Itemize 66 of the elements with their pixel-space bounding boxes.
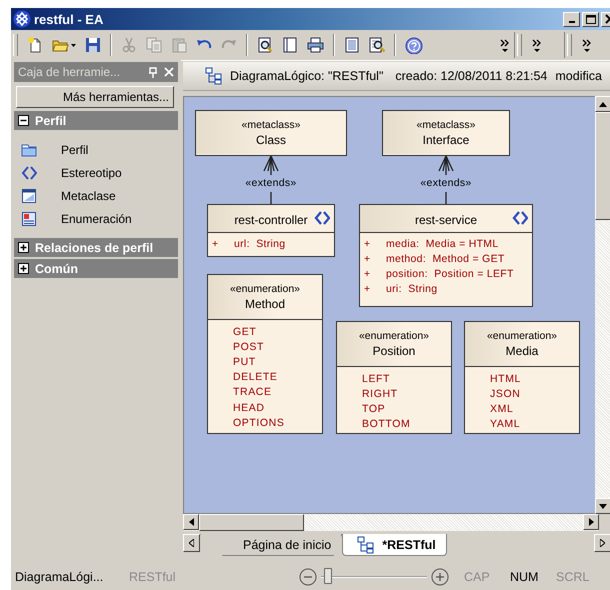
enum-literal: JSON	[490, 386, 522, 402]
panel-title: Caja de herramie...	[18, 65, 122, 79]
attribute-text: uri: String	[386, 282, 438, 294]
class-name: Method	[244, 297, 286, 311]
status-indicator: NUM	[510, 570, 540, 584]
more-tools-button[interactable]: Más herramientas...	[16, 86, 174, 108]
toolbox-item[interactable]: Metaclase	[14, 184, 161, 207]
stereotype-label: «enumeration»	[230, 283, 300, 295]
toolbox-item[interactable]: Enumeración	[14, 207, 161, 230]
enum-literal: LEFT	[362, 372, 392, 386]
stereotype-label: «metaclass»	[242, 118, 300, 130]
stereotype-node[interactable]: rest-controller + url: String	[207, 204, 335, 257]
enum-literal: PUT	[233, 354, 257, 370]
enum-literal: TRACE	[233, 385, 273, 400]
attribute-text: media: Media = HTML	[386, 238, 498, 250]
visibility-mark: +	[364, 252, 372, 264]
section-header[interactable]: Común	[14, 259, 178, 278]
enumeration-node[interactable]: «enumeration» Media HTML JSON XML YAML	[464, 321, 580, 434]
stereotype-label: «metaclass»	[416, 118, 476, 130]
tab[interactable]: *RESTful	[342, 534, 447, 556]
enumeration-node[interactable]: «enumeration» Method GET POST PUT DELETE TRACE HEAD OPTIONS	[207, 274, 323, 434]
modified-date: modifica	[555, 69, 602, 83]
connector-label: «extends»	[244, 177, 298, 190]
enum-literal: HTML	[490, 372, 522, 386]
status-indicator: CAP	[464, 570, 491, 584]
enum-literal: POST	[233, 340, 265, 354]
status-package-name: RESTful	[129, 570, 177, 584]
enum-literal: BOTTOM	[362, 417, 412, 432]
status-indicator: SCRL	[556, 570, 590, 584]
status-diagram-name: DiagramaLógi...	[15, 570, 104, 584]
class-name: Class	[256, 132, 286, 146]
visibility-mark: +	[364, 238, 372, 250]
enum-literal: XML	[490, 402, 514, 417]
enum-literal: HEAD	[233, 400, 266, 416]
enum-literal: RIGHT	[362, 386, 399, 402]
metaclass-node[interactable]: «metaclass» Interface	[382, 110, 510, 156]
class-name: rest-controller	[234, 212, 308, 226]
enum-literal: DELETE	[233, 370, 278, 385]
stereotype-label: «enumeration»	[486, 330, 558, 342]
visibility-mark: +	[364, 268, 372, 280]
class-name: Position	[372, 344, 416, 358]
visibility-mark: +	[364, 282, 372, 294]
metaclass-node[interactable]: «metaclass» Class	[195, 110, 347, 156]
tab[interactable]: Página de inicio	[200, 534, 342, 556]
enum-literal: OPTIONS	[233, 416, 286, 430]
stereotype-node[interactable]: rest-service + media: Media = HTML + method: Method = GET + position: Position = LEFT + uri: String	[359, 204, 533, 307]
attribute-text: method: Method = GET	[386, 252, 505, 264]
class-name: rest-service	[414, 212, 477, 226]
connector-label: «extends»	[419, 177, 473, 190]
class-name: Media	[506, 344, 538, 358]
enumeration-node[interactable]: «enumeration» Position LEFT RIGHT TOP BOTTOM	[336, 321, 452, 434]
attribute-text: url: String	[234, 238, 286, 250]
enum-literal: YAML	[490, 417, 522, 432]
enum-literal: TOP	[362, 402, 386, 417]
stereotype-label: «enumeration»	[358, 330, 430, 342]
visibility-mark: +	[212, 238, 220, 250]
attribute-text: position: Position = LEFT	[386, 268, 514, 280]
enum-literal: GET	[233, 324, 258, 340]
section-header[interactable]: Relaciones de perfil	[14, 238, 178, 257]
diagram-name: DiagramaLógico: "RESTful"	[230, 69, 384, 83]
class-name: Interface	[422, 132, 470, 146]
toolbox-item[interactable]: Estereotipo	[14, 161, 161, 184]
toolbox-item[interactable]: Perfil	[14, 138, 161, 161]
window-title: restful - EA	[34, 12, 104, 26]
section-header[interactable]: Perfil	[14, 111, 178, 130]
created-date: creado: 12/08/2011 8:21:54	[395, 69, 548, 83]
